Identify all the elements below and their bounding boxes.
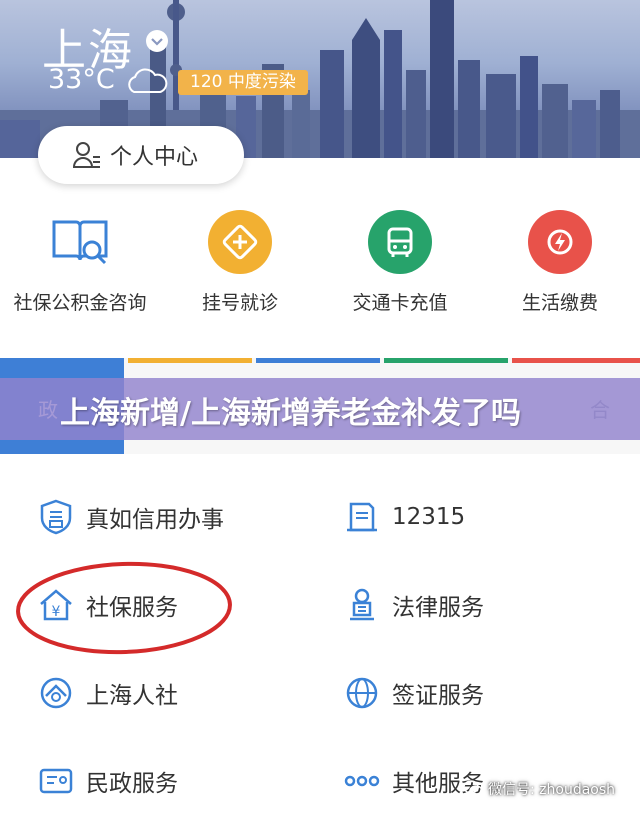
credit-badge-icon	[36, 497, 76, 537]
service-civil-affairs[interactable]: 民政服务	[36, 756, 178, 806]
more-dots-icon	[342, 761, 382, 801]
service-visa[interactable]: 签证服务	[342, 668, 484, 718]
book-search-icon	[48, 210, 112, 274]
tab-indicator	[384, 358, 508, 363]
watermark-text: 微信号: zhoudaosh	[488, 782, 616, 798]
caption-title: 上海新增/上海新增养老金补发了吗	[60, 396, 521, 431]
justice-icon	[342, 585, 382, 625]
air-quality-badge: 120 中度污染	[178, 70, 308, 95]
service-label: 真如信用办事	[86, 507, 224, 533]
user-icon	[72, 142, 100, 168]
shield-people-icon	[36, 673, 76, 713]
temperature: 33°C	[48, 64, 115, 95]
chevron-down-icon[interactable]	[146, 30, 168, 52]
service-legal[interactable]: 法律服务	[342, 580, 484, 630]
tab-indicator	[512, 358, 640, 363]
personal-center-label: 个人中心	[110, 145, 199, 170]
personal-center-button[interactable]: 个人中心	[38, 126, 244, 184]
lightning-icon	[528, 210, 592, 274]
cloud-icon	[128, 68, 168, 93]
document-icon	[342, 497, 382, 537]
medical-cross-icon	[208, 210, 272, 274]
service-label: 法律服务	[392, 595, 484, 621]
quick-item-registration[interactable]: 挂号就诊	[160, 210, 320, 315]
service-credit[interactable]: 真如信用办事	[36, 492, 224, 542]
quick-services: 社保公积金咨询 挂号就诊 交通卡充值 生活缴费	[0, 210, 640, 320]
quick-item-label: 生活缴费	[521, 292, 598, 314]
quick-item-utility-payment[interactable]: 生活缴费	[480, 210, 640, 315]
watermark: 微信号: zhoudaosh	[462, 778, 615, 800]
quick-item-label: 社保公积金咨询	[13, 292, 147, 314]
wechat-icon	[463, 780, 483, 797]
quick-item-label: 交通卡充值	[352, 292, 448, 314]
service-label: 12315	[392, 504, 466, 530]
quick-item-social-security[interactable]: 社保公积金咨询	[0, 210, 160, 315]
highlight-circle	[16, 561, 232, 655]
bus-icon	[368, 210, 432, 274]
quick-item-transit-card[interactable]: 交通卡充值	[320, 210, 480, 315]
quick-item-label: 挂号就诊	[201, 292, 278, 314]
id-card-icon	[36, 761, 76, 801]
service-label: 上海人社	[86, 683, 178, 709]
service-shanghai-hr[interactable]: 上海人社	[36, 668, 178, 718]
tab-indicator	[256, 358, 380, 363]
service-12315[interactable]: 12315	[342, 492, 465, 542]
globe-icon	[342, 673, 382, 713]
service-label: 签证服务	[392, 683, 484, 709]
tab-indicator	[128, 358, 252, 363]
service-label: 民政服务	[86, 771, 178, 797]
caption-banner: 上海新增/上海新增养老金补发了吗	[0, 378, 640, 440]
